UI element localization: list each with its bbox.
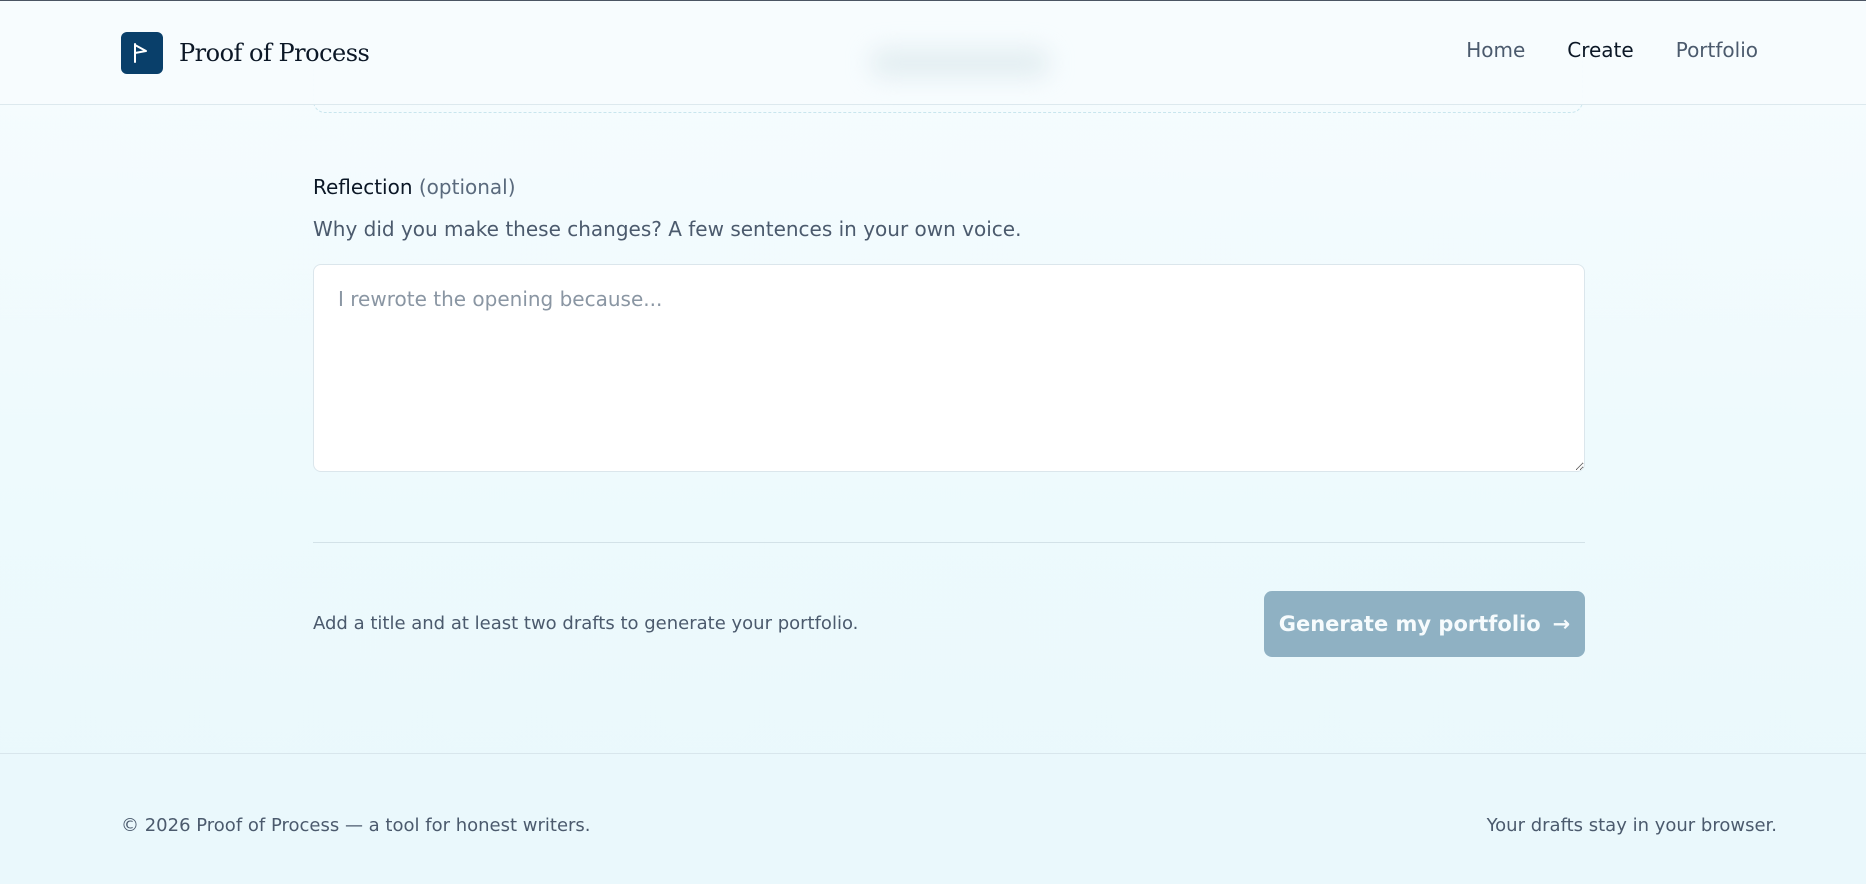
nav-create[interactable]: Create [1567,38,1633,62]
flag-icon [121,32,163,74]
nav-home[interactable]: Home [1466,38,1525,62]
brand-name: Proof of Process [179,39,370,67]
reflection-optional-tag: (optional) [418,175,516,199]
form-divider [313,542,1585,543]
generate-hint: Add a title and at least two drafts to g… [313,613,859,634]
footer-copyright: © 2026 Proof of Process — a tool for hon… [121,815,591,836]
reflection-textarea[interactable] [313,264,1585,472]
generate-portfolio-button[interactable]: Generate my portfolio → [1264,591,1585,657]
reflection-label-text: Reflection [313,175,413,199]
arrow-right-icon: → [1552,612,1571,636]
action-row: Add a title and at least two drafts to g… [313,591,1585,657]
main-nav: Home Create Portfolio [1466,38,1758,62]
reflection-help-text: Why did you make these changes? A few se… [313,217,1022,241]
site-footer: © 2026 Proof of Process — a tool for hon… [0,753,1866,884]
nav-portfolio[interactable]: Portfolio [1676,38,1758,62]
site-header: Proof of Process Home Create Portfolio [0,1,1866,105]
reflection-field-wrap [313,264,1585,472]
generate-portfolio-label: Generate my portfolio [1278,612,1541,636]
brand-logo[interactable]: Proof of Process [121,32,370,74]
footer-privacy-note: Your drafts stay in your browser. [1486,815,1777,836]
header-blur-decoration [870,49,1050,77]
reflection-label: Reflection (optional) [313,175,1585,199]
